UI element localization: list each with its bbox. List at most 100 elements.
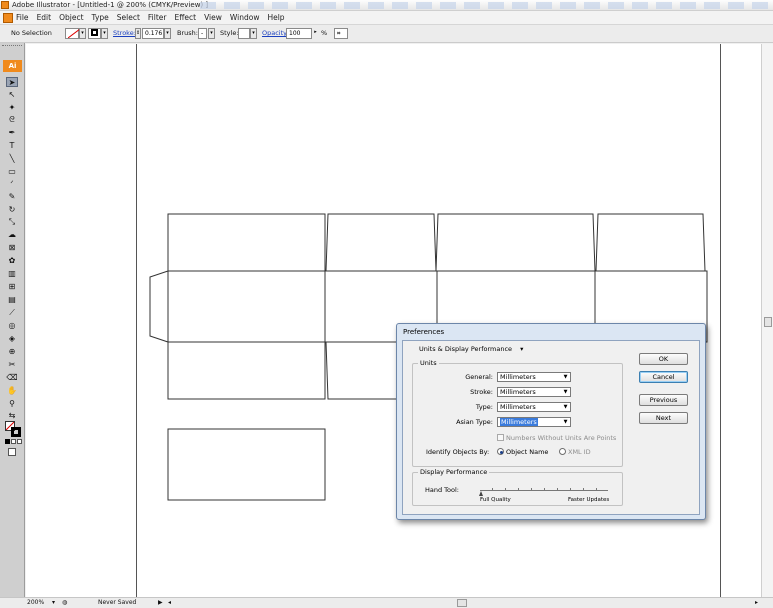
numbers-without-units-checkbox[interactable] [497,434,504,441]
panel-grip[interactable] [2,45,22,49]
live-paint-bucket-tool-icon[interactable]: ◈ [6,334,18,344]
menu-type[interactable]: Type [92,13,109,22]
live-paint-selection-tool-icon[interactable]: ⊕ [6,347,18,357]
stroke-color-box[interactable] [11,427,21,437]
warp-tool-icon[interactable]: ☁ [6,230,18,240]
gradient-tool-icon[interactable]: ▤ [6,295,18,305]
status-bar: 200% ▾ ◍ Never Saved ▶ ◂ ▸ [0,597,773,608]
stroke-units-select[interactable]: Millimeters ▼ [497,387,571,397]
gradient-mode-icon[interactable] [11,439,16,444]
front-panel[interactable] [167,270,326,343]
lasso-tool-icon[interactable]: ᘓ [6,115,18,125]
stroke-weight-input[interactable]: 0.176 [142,28,164,39]
blend-tool-icon[interactable]: ◎ [6,321,18,331]
hand-tool-slider-thumb[interactable] [479,491,483,496]
zoom-dropdown-icon[interactable]: ▾ [52,599,55,606]
magic-wand-tool-icon[interactable]: ✦ [6,103,18,113]
menu-window[interactable]: Window [230,13,260,22]
top-flap-4[interactable] [595,213,706,272]
fill-dropdown-arrow[interactable]: ▾ [79,28,86,39]
display-performance-group: Display Performance Hand Tool: Full Qual… [412,468,623,506]
menu-edit[interactable]: Edit [37,13,52,22]
opacity-input[interactable]: 100 [286,28,312,39]
swap-colors-icon[interactable]: ⇆ [6,411,18,421]
selection-tool-icon[interactable]: ➤ [6,77,18,87]
type-tool-icon[interactable]: T [6,141,18,151]
horizontal-scroll-thumb[interactable] [457,599,467,607]
menu-view[interactable]: View [204,13,222,22]
brush-swatch[interactable]: - [198,28,207,39]
type-units-label: Type: [475,403,493,411]
slider-tick [596,488,597,491]
none-mode-icon[interactable] [17,439,22,444]
menu-object[interactable]: Object [59,13,83,22]
paintbrush-tool-icon[interactable]: ᐟ [6,179,18,189]
screen-mode-icon[interactable] [8,448,16,456]
scroll-left-icon[interactable]: ◂ [168,599,171,606]
stroke-link[interactable]: Stroke: [113,29,136,37]
free-transform-tool-icon[interactable]: ⊠ [6,243,18,253]
bottom-flap-1[interactable] [167,341,326,400]
symbol-sprayer-tool-icon[interactable]: ✿ [6,256,18,266]
style-swatch[interactable] [238,28,250,39]
next-button[interactable]: Next [639,412,688,424]
pen-tool-icon[interactable]: ✒ [6,128,18,138]
preferences-section-select[interactable]: Units & Display Performance ▾ [419,344,531,355]
top-flap-3[interactable] [435,213,596,272]
type-units-select[interactable]: Millimeters ▼ [497,402,571,412]
eyedropper-tool-icon[interactable]: ⟋ [6,308,18,318]
separate-rectangle[interactable] [167,428,326,501]
fill-swatch[interactable] [65,28,81,39]
scale-tool-icon[interactable]: ⤡ [6,217,18,227]
vertical-scrollbar[interactable] [761,44,773,597]
menu-file[interactable]: File [16,13,29,22]
brush-dropdown[interactable]: ▾ [208,28,215,39]
mesh-tool-icon[interactable]: ⊞ [6,282,18,292]
asian-type-units-select[interactable]: Millimeters ▼ [497,417,571,427]
stroke-weight-dropdown[interactable]: ▾ [164,28,171,39]
xml-id-radio[interactable] [559,448,566,455]
zoom-tool-icon[interactable]: ⚲ [6,399,18,409]
line-segment-tool-icon[interactable]: ╲ [6,154,18,164]
document-icon[interactable] [3,13,13,23]
type-units-value: Millimeters [500,403,536,411]
color-mode-icon[interactable] [5,439,10,444]
previous-button[interactable]: Previous [639,394,688,406]
direct-selection-tool-icon[interactable]: ↖ [6,90,18,100]
save-status[interactable]: Never Saved [98,599,136,606]
display-performance-legend: Display Performance [418,468,490,476]
menu-filter[interactable]: Filter [148,13,167,22]
slice-tool-icon[interactable]: ✂ [6,360,18,370]
version-cue-icon[interactable]: ◍ [62,599,67,606]
opacity-link[interactable]: Opacity: [262,29,289,37]
top-flap-1[interactable] [167,213,326,272]
eraser-tool-icon[interactable]: ⌫ [6,373,18,383]
scroll-right-icon[interactable]: ▸ [755,599,758,606]
zoom-level[interactable]: 200% [27,599,44,606]
status-menu-arrow[interactable]: ▶ [158,599,163,606]
opacity-dropdown[interactable]: ▸ [312,28,319,39]
hand-tool-icon[interactable]: ✋ [6,386,18,396]
ok-button[interactable]: OK [639,353,688,365]
stroke-dropdown-arrow[interactable]: ▾ [101,28,108,39]
top-flap-2[interactable] [325,213,437,272]
vertical-scroll-thumb[interactable] [764,317,772,327]
column-graph-tool-icon[interactable]: ▥ [6,269,18,279]
general-units-select[interactable]: Millimeters ▼ [497,372,571,382]
menu-select[interactable]: Select [117,13,140,22]
object-name-radio[interactable] [497,448,504,455]
stroke-weight-stepper[interactable]: ⇕ [135,28,141,39]
cancel-button[interactable]: Cancel [639,371,688,383]
menu-help[interactable]: Help [267,13,284,22]
menu-effect[interactable]: Effect [174,13,196,22]
style-label: Style: [220,29,239,37]
style-dropdown[interactable]: ▾ [250,28,257,39]
window-title: Adobe Illustrator - [Untitled-1 @ 200% (… [12,1,209,9]
document-setup-icon[interactable]: ⌗ [334,28,348,39]
rotate-tool-icon[interactable]: ↻ [6,205,18,215]
rectangle-tool-icon[interactable]: ▭ [6,167,18,177]
stroke-swatch[interactable] [88,28,101,39]
glue-flap[interactable] [149,270,169,343]
pencil-tool-icon[interactable]: ✎ [6,192,18,202]
stroke-units-label: Stroke: [470,388,493,396]
